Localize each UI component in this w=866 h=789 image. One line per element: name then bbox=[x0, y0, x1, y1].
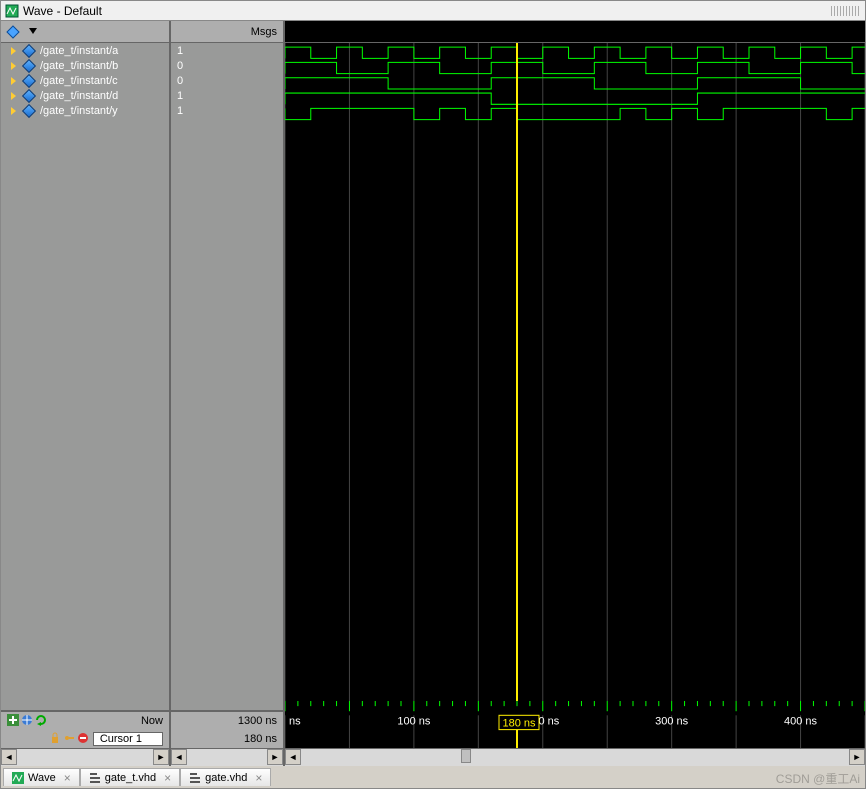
hscroll-thumb[interactable] bbox=[461, 749, 471, 763]
hscroll-left-button[interactable]: ◄ bbox=[171, 749, 187, 765]
signal-value[interactable]: 0 bbox=[171, 73, 283, 88]
hscroll-track-names[interactable] bbox=[17, 749, 153, 766]
wave-tab-icon bbox=[12, 772, 24, 784]
globe-icon[interactable] bbox=[21, 714, 33, 729]
cursor-label[interactable]: Cursor 1 bbox=[100, 733, 142, 745]
signal-value[interactable]: 1 bbox=[171, 103, 283, 118]
waveform-pane[interactable]: ns100 ns200 ns300 ns400 ns180 ns bbox=[285, 43, 865, 748]
wave-toolrow-gap bbox=[285, 21, 865, 42]
signal-values-pane: 10011 1300 ns 180 ns bbox=[171, 43, 285, 748]
signal-type-icon bbox=[22, 73, 36, 87]
wave-window-icon bbox=[5, 4, 19, 18]
signal-type-icon bbox=[22, 58, 36, 72]
svg-text:100 ns: 100 ns bbox=[397, 715, 430, 727]
hscroll-right-button[interactable]: ► bbox=[153, 749, 169, 765]
signal-type-icon bbox=[22, 43, 36, 57]
tab-label: gate.vhd bbox=[205, 772, 247, 784]
hscroll-track-msgs[interactable] bbox=[187, 749, 267, 766]
window-titlebar: Wave - Default bbox=[1, 1, 865, 21]
signal-direction-icon bbox=[11, 107, 16, 115]
file-tab-icon bbox=[189, 772, 201, 784]
svg-text:ns: ns bbox=[289, 715, 301, 727]
now-label: Now bbox=[141, 715, 163, 727]
signal-name: /gate_t/instant/b bbox=[40, 60, 118, 72]
signal-row[interactable]: /gate_t/instant/a bbox=[1, 43, 169, 58]
cursor-value: 180 ns bbox=[244, 733, 277, 745]
document-tabs: Wave × gate_t.vhd × gate.vhd × bbox=[1, 766, 865, 788]
add-signal-icon[interactable] bbox=[4, 23, 22, 41]
signal-direction-icon bbox=[11, 92, 16, 100]
add-row-icon[interactable] bbox=[7, 714, 19, 729]
signal-name: /gate_t/instant/y bbox=[40, 105, 118, 117]
signal-direction-icon bbox=[11, 62, 16, 70]
tab-label: gate_t.vhd bbox=[105, 772, 156, 784]
signal-direction-icon bbox=[11, 47, 16, 55]
signal-name: /gate_t/instant/d bbox=[40, 90, 118, 102]
signal-direction-icon bbox=[11, 77, 16, 85]
svg-text:180 ns: 180 ns bbox=[503, 717, 536, 729]
titlebar-grip bbox=[831, 6, 861, 16]
signal-name: /gate_t/instant/a bbox=[40, 45, 118, 57]
key-icon[interactable] bbox=[63, 732, 75, 747]
window-title: Wave - Default bbox=[23, 4, 102, 18]
close-icon[interactable]: × bbox=[64, 771, 71, 785]
signal-type-icon bbox=[22, 103, 36, 117]
tab-label: Wave bbox=[28, 772, 56, 784]
signal-name: /gate_t/instant/c bbox=[40, 75, 118, 87]
signal-row[interactable]: /gate_t/instant/c bbox=[1, 73, 169, 88]
close-icon[interactable]: × bbox=[255, 771, 262, 785]
hscroll-right-button[interactable]: ► bbox=[267, 749, 283, 765]
tab-file[interactable]: gate.vhd × bbox=[180, 768, 271, 786]
signal-value[interactable]: 1 bbox=[171, 88, 283, 103]
refresh-icon[interactable] bbox=[35, 714, 47, 729]
signal-value[interactable]: 0 bbox=[171, 58, 283, 73]
svg-text:300 ns: 300 ns bbox=[655, 715, 688, 727]
signal-row[interactable]: /gate_t/instant/y bbox=[1, 103, 169, 118]
signal-row[interactable]: /gate_t/instant/b bbox=[1, 58, 169, 73]
signal-type-icon bbox=[22, 88, 36, 102]
signal-row[interactable]: /gate_t/instant/d bbox=[1, 88, 169, 103]
hscroll-left-button[interactable]: ◄ bbox=[285, 749, 301, 765]
hscroll-track-wave[interactable] bbox=[301, 749, 849, 766]
svg-text:400 ns: 400 ns bbox=[784, 715, 817, 727]
signal-names-pane: /gate_t/instant/a /gate_t/instant/b /gat… bbox=[1, 43, 171, 748]
watermark-text: CSDN @重工Ai bbox=[776, 770, 860, 787]
file-tab-icon bbox=[89, 772, 101, 784]
dropdown-icon[interactable] bbox=[24, 23, 42, 41]
delete-cursor-icon[interactable] bbox=[77, 732, 89, 747]
msgs-header-label: Msgs bbox=[251, 26, 277, 38]
tab-wave[interactable]: Wave × bbox=[3, 768, 80, 786]
hscroll-left-button[interactable]: ◄ bbox=[1, 749, 17, 765]
tab-file[interactable]: gate_t.vhd × bbox=[80, 768, 180, 786]
close-icon[interactable]: × bbox=[164, 771, 171, 785]
now-value: 1300 ns bbox=[238, 715, 277, 727]
hscroll-right-button[interactable]: ► bbox=[849, 749, 865, 765]
lock-icon[interactable] bbox=[49, 732, 61, 747]
signal-value[interactable]: 1 bbox=[171, 43, 283, 58]
